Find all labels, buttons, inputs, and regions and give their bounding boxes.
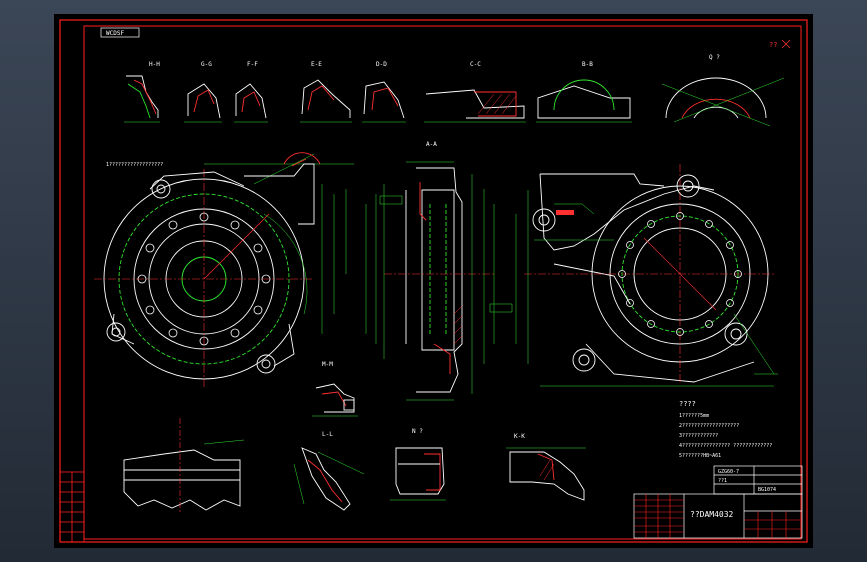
cad-viewport[interactable]: WCDSF ?? H-H G-G F-F E-E D-D C-C B-B Q ?… [54, 14, 813, 548]
title-scale: ??1 [718, 478, 727, 484]
detail-n [390, 447, 446, 501]
title-part-code: BG1074 [758, 487, 776, 493]
main-front-view [94, 169, 314, 389]
tech-req-line-5: 5???????HB~A61 [679, 453, 721, 459]
right-view [524, 164, 774, 384]
tech-req-line-1: 1??????5mm [679, 413, 709, 419]
hatching-cc [477, 93, 517, 115]
main-view-flange [244, 152, 321, 225]
side-section-a-a [384, 167, 494, 393]
title-g-g: G-G [201, 61, 212, 68]
right-view-red-note [556, 210, 574, 215]
title-block [633, 465, 803, 539]
title-l-l: L-L [322, 431, 333, 438]
title-c-c: C-C [470, 61, 481, 68]
title-h-h: H-H [149, 61, 160, 68]
left-revision-strip [59, 471, 85, 543]
tech-req-line-2: 2??????????????????? [679, 423, 739, 429]
side-section-dims [365, 161, 513, 401]
title-d-d: D-D [376, 61, 387, 68]
section-profile-dims [124, 77, 785, 127]
tech-req-title: ???? [679, 400, 696, 408]
detail-l-l [293, 447, 365, 511]
right-view-lugs [532, 174, 748, 372]
leader-text: 1?????????????????? [106, 162, 163, 168]
title-q: Q ? [709, 54, 720, 61]
profile-bottom-left [123, 418, 245, 514]
main-view-dims [204, 153, 354, 334]
title-n: N ? [412, 428, 423, 435]
sheet-tag: WCDSF [106, 30, 124, 37]
detail-k-k [506, 447, 586, 501]
title-f-f: F-F [247, 61, 258, 68]
cursor-crosshair-icon [781, 39, 791, 49]
title-a-a: A-A [426, 141, 437, 148]
note-mark: ?? [769, 41, 777, 49]
detail-m-m [312, 383, 358, 417]
tech-requirements: ???? 1??????5mm 2??????????????????? 3??… [679, 400, 772, 459]
title-b-b: B-B [582, 61, 593, 68]
tech-req-line-3: 3???????????? [679, 433, 718, 439]
cad-drawing-sheet: WCDSF ?? H-H G-G F-F E-E D-D C-C B-B Q ?… [59, 19, 808, 543]
title-material: GZG60-7 [718, 469, 739, 475]
title-drawing-name: ??DAM4032 [690, 510, 734, 519]
title-e-e: E-E [311, 61, 322, 68]
side-section-hatch [453, 305, 463, 345]
section-profiles-top [126, 75, 767, 119]
tech-req-line-4: 4???????????????? ????????????? [679, 443, 772, 449]
title-m-m: M-M [322, 361, 333, 368]
title-k-k: K-K [514, 433, 525, 440]
